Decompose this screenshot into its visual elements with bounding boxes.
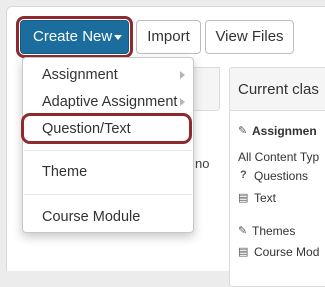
import-button[interactable]: Import bbox=[136, 20, 201, 54]
question-icon: ? bbox=[240, 169, 247, 181]
course-module-link[interactable]: Course Mod bbox=[254, 245, 319, 259]
menu-divider bbox=[24, 150, 192, 151]
questions-link[interactable]: Questions bbox=[254, 169, 308, 183]
caret-down-icon bbox=[114, 35, 122, 40]
menu-item-theme[interactable]: Theme bbox=[23, 160, 193, 184]
chevron-right-icon bbox=[180, 98, 185, 106]
all-content-types-label: All Content Typ bbox=[238, 150, 320, 164]
themes-link[interactable]: Themes bbox=[252, 224, 295, 238]
brush-icon: ✎ bbox=[238, 225, 248, 237]
menu-item-adaptive-assignment[interactable]: Adaptive Assignment bbox=[23, 90, 193, 114]
course-module-icon: ▤ bbox=[238, 246, 249, 258]
current-class-title: Current clas bbox=[229, 67, 325, 111]
create-new-button[interactable]: Create New bbox=[20, 20, 129, 54]
menu-item-label: Course Module bbox=[42, 209, 141, 225]
assignments-heading[interactable]: Assignmen bbox=[252, 124, 317, 138]
text-link[interactable]: Text bbox=[254, 191, 276, 205]
menu-item-label: Theme bbox=[42, 164, 88, 180]
view-files-button[interactable]: View Files bbox=[205, 20, 294, 54]
left-panel-text: no bbox=[195, 156, 210, 171]
menu-item-label: Assignment bbox=[42, 67, 118, 83]
menu-divider bbox=[24, 194, 192, 195]
menu-item-course-module[interactable]: Course Module bbox=[23, 205, 193, 229]
create-new-label: Create New bbox=[33, 28, 113, 45]
question-text-highlight bbox=[21, 113, 192, 144]
menu-item-assignment[interactable]: Assignment bbox=[23, 63, 193, 87]
text-document-icon: ▤ bbox=[238, 192, 249, 204]
menu-item-label: Adaptive Assignment bbox=[42, 94, 178, 110]
chevron-right-icon bbox=[180, 71, 185, 79]
create-new-dropdown: Assignment Adaptive Assignment Question/… bbox=[22, 57, 194, 233]
pencil-icon: ✎ bbox=[238, 125, 248, 137]
